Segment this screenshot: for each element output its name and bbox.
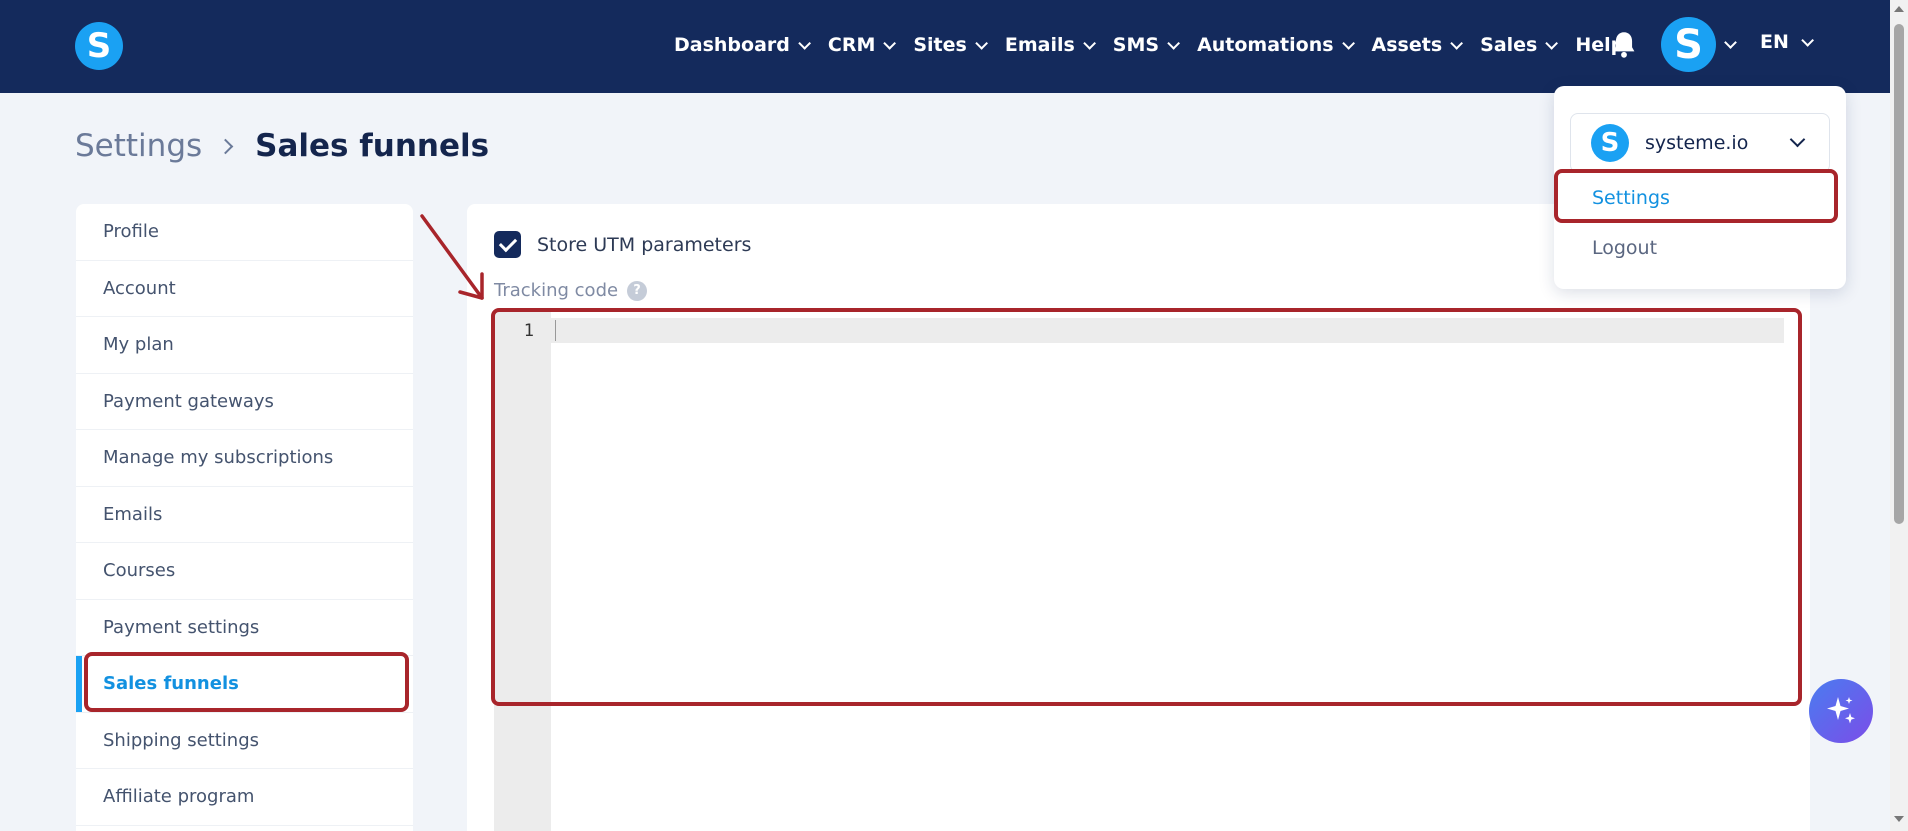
help-icon[interactable]: ? xyxy=(627,280,648,301)
nav-crm[interactable]: CRM xyxy=(827,34,897,56)
ai-assistant-button[interactable] xyxy=(1809,679,1873,743)
sidebar-item-manage-my-subscriptions[interactable]: Manage my subscriptions xyxy=(76,430,413,487)
sidebar-item-affiliate-program[interactable]: Affiliate program xyxy=(76,769,413,826)
chevron-down-icon xyxy=(1801,33,1814,47)
nav-emails[interactable]: Emails xyxy=(1004,34,1096,56)
chevron-down-icon xyxy=(1545,36,1559,50)
chevron-down-icon xyxy=(1083,36,1096,50)
sidebar-item-account[interactable]: Account xyxy=(76,261,413,317)
nav-label: Sites xyxy=(913,34,967,56)
scroll-up-arrow[interactable] xyxy=(1894,6,1904,12)
sidebar-item-payment-gateways[interactable]: Payment gateways xyxy=(76,374,413,430)
page-scrollbar[interactable] xyxy=(1890,0,1908,831)
nav-label: Assets xyxy=(1371,34,1443,56)
nav-sales[interactable]: Sales xyxy=(1480,34,1559,56)
tracking-code-editor[interactable]: 1 xyxy=(494,310,1784,831)
sidebar-item-my-plan[interactable]: My plan xyxy=(76,317,413,374)
page-title: Sales funnels xyxy=(255,128,490,164)
store-utm-label[interactable]: Store UTM parameters xyxy=(537,234,751,256)
editor-gutter xyxy=(494,310,551,831)
chevron-down-icon xyxy=(1789,131,1806,148)
main-nav: Dashboard CRM Sites Emails SMS Automations Ass… xyxy=(674,0,1645,90)
breadcrumb: Settings Sales funnels xyxy=(75,128,489,164)
account-name: systeme.io xyxy=(1645,132,1749,154)
account-switcher[interactable]: S systeme.io xyxy=(1570,113,1830,173)
breadcrumb-settings[interactable]: Settings xyxy=(75,128,202,164)
nav-assets[interactable]: Assets xyxy=(1371,34,1464,56)
bell-icon[interactable] xyxy=(1610,30,1638,60)
sidebar-item-shipping-settings[interactable]: Shipping settings xyxy=(76,713,413,769)
avatar-chevron-down-icon[interactable] xyxy=(1724,36,1737,49)
nav-label: Sales xyxy=(1480,34,1538,56)
account-logo: S xyxy=(1591,124,1629,162)
sidebar-item-profile[interactable]: Profile xyxy=(76,204,413,261)
account-dropdown: S systeme.io Settings Logout xyxy=(1554,86,1846,289)
nav-dashboard[interactable]: Dashboard xyxy=(674,34,811,56)
store-utm-checkbox[interactable] xyxy=(494,231,521,258)
sidebar-item-courses[interactable]: Courses xyxy=(76,543,413,600)
nav-label: Dashboard xyxy=(674,34,790,56)
annotation-arrow xyxy=(420,214,484,300)
settings-panel: Store UTM parameters Tracking code ? 1 xyxy=(467,204,1810,831)
chevron-down-icon xyxy=(883,36,897,50)
chevron-down-icon xyxy=(1341,36,1355,50)
sidebar-item-emails[interactable]: Emails xyxy=(76,487,413,543)
text-cursor xyxy=(555,320,556,341)
language-label: EN xyxy=(1760,31,1789,53)
user-avatar[interactable]: S xyxy=(1661,17,1716,72)
nav-label: Emails xyxy=(1004,34,1075,56)
nav-label: CRM xyxy=(827,34,876,56)
chevron-down-icon xyxy=(1167,36,1181,50)
systeme-logo[interactable]: S xyxy=(75,22,123,70)
language-selector[interactable]: EN xyxy=(1760,31,1814,53)
dropdown-logout-link[interactable]: Logout xyxy=(1592,237,1657,259)
nav-label: Automations xyxy=(1197,34,1334,56)
settings-sidebar: Profile Account My plan Payment gateways Man… xyxy=(76,204,413,831)
editor-active-line xyxy=(551,318,1784,343)
line-number: 1 xyxy=(523,321,534,341)
sparkle-icon xyxy=(1827,697,1855,724)
scroll-thumb[interactable] xyxy=(1894,24,1904,524)
nav-sms[interactable]: SMS xyxy=(1112,34,1181,56)
top-nav-bar: S Dashboard CRM Sites Emails SMS Automations A… xyxy=(0,0,1908,93)
tracking-code-label: Tracking code ? xyxy=(494,280,648,301)
chevron-down-icon xyxy=(798,36,811,50)
nav-sites[interactable]: Sites xyxy=(913,34,988,56)
sidebar-item-sales-funnels[interactable]: Sales funnels xyxy=(76,656,413,713)
dropdown-settings-link[interactable]: Settings xyxy=(1592,187,1670,209)
nav-automations[interactable]: Automations xyxy=(1197,34,1355,56)
chevron-down-icon xyxy=(975,36,988,50)
chevron-right-icon xyxy=(217,138,234,154)
nav-label: SMS xyxy=(1112,34,1160,56)
sidebar-item-payment-settings[interactable]: Payment settings xyxy=(76,600,413,656)
chevron-down-icon xyxy=(1450,36,1464,50)
scroll-down-arrow[interactable] xyxy=(1894,816,1904,822)
utm-setting-row: Store UTM parameters xyxy=(494,231,751,258)
tracking-code-text: Tracking code xyxy=(494,280,619,301)
